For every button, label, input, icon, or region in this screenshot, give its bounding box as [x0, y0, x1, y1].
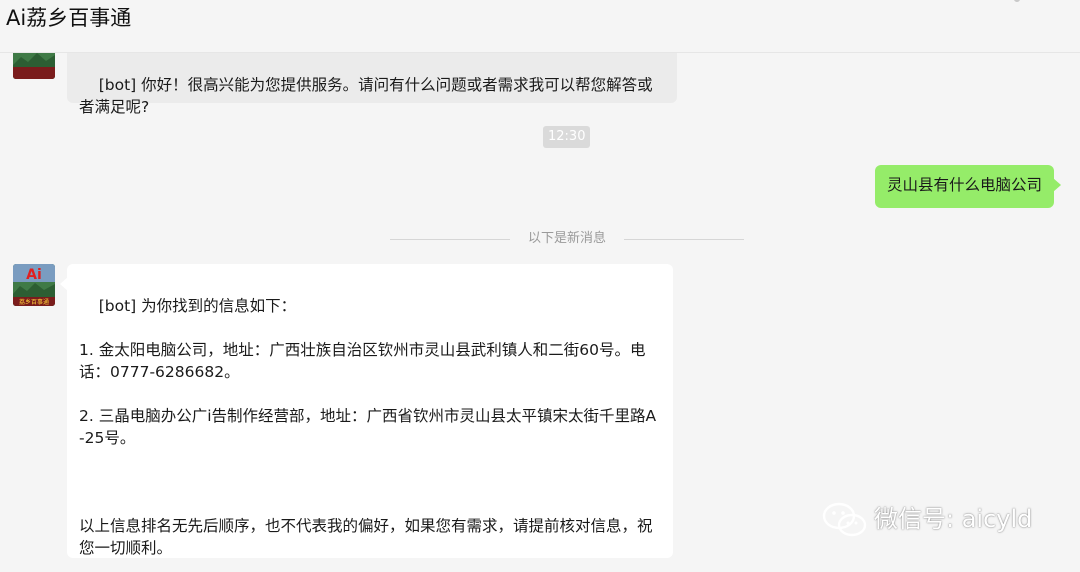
avatar-logo-text: Ai [26, 267, 42, 283]
bot-avatar-image: Ai 荔乡百事通 [13, 264, 55, 306]
bot-greeting-bubble[interactable]: [bot] 你好！很高兴能为您提供服务。请问有什么问题或者需求我可以帮您解答或者… [67, 53, 677, 116]
bot-answer-bubble[interactable]: [bot] 为你找到的信息如下： 1. 金太阳电脑公司，地址：广西壮族自治区钦州… [60, 264, 673, 558]
wechat-watermark: 微信号: aicyld [822, 500, 1062, 540]
bot-avatar[interactable] [13, 53, 55, 79]
chat-message-list[interactable]: [bot] 你好！很高兴能为您提供服务。请问有什么问题或者需求我可以帮您解答或者… [0, 53, 1080, 572]
divider-line-left [390, 239, 510, 240]
more-options-icon[interactable] [1014, 0, 1020, 2]
wechat-logo-icon [822, 502, 867, 537]
user-message-bubble[interactable]: 灵山县有什么电脑公司 [875, 165, 1062, 208]
bot-answer-text: [bot] 为你找到的信息如下： 1. 金太阳电脑公司，地址：广西壮族自治区钦州… [79, 297, 657, 557]
user-message-text: 灵山县有什么电脑公司 [887, 176, 1043, 194]
bot-greeting-text: [bot] 你好！很高兴能为您提供服务。请问有什么问题或者需求我可以帮您解答或者… [79, 76, 653, 116]
title-bar: Ai荔乡百事通 [0, 0, 1080, 53]
message-timestamp: 12:30 [543, 126, 591, 148]
avatar-caption-text: 荔乡百事通 [19, 298, 49, 306]
bot-avatar-image [13, 53, 55, 79]
divider-line-right [624, 239, 744, 240]
watermark-text: 微信号: aicyld [874, 505, 1033, 533]
chat-title: Ai荔乡百事通 [6, 6, 132, 30]
new-messages-divider: 以下是新消息 [527, 231, 606, 246]
bot-avatar[interactable]: Ai 荔乡百事通 [13, 264, 55, 306]
